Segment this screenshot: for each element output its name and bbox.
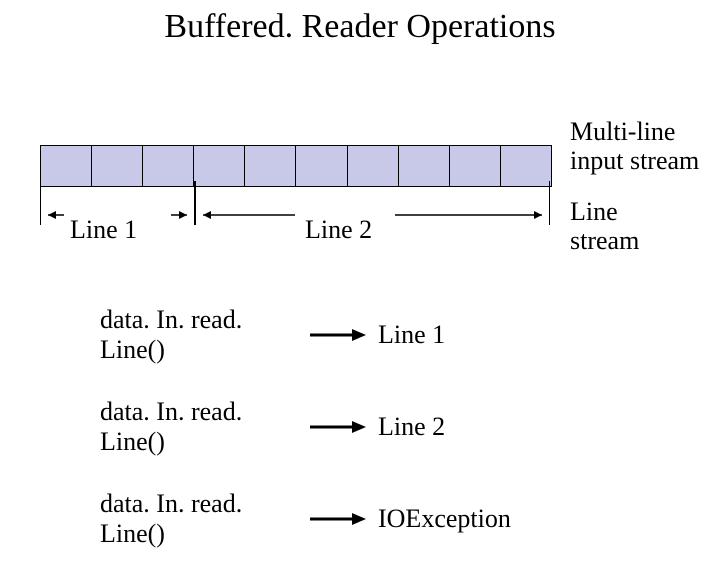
stream-cell xyxy=(296,146,347,186)
operation-result: Line 2 xyxy=(378,412,445,442)
arrow-right-icon xyxy=(310,327,370,343)
multi-line-stream-label: Multi-line input stream xyxy=(570,118,699,175)
range-1-label: Line 1 xyxy=(70,215,137,245)
operation-result: Line 1 xyxy=(378,320,445,350)
page-title: Buffered. Reader Operations xyxy=(0,8,720,46)
stream-label-l2: input stream xyxy=(570,146,699,175)
line-stream-l1: Line xyxy=(570,197,618,226)
stream-cell xyxy=(399,146,450,186)
stream-cell xyxy=(143,146,194,186)
operation-row: data. In. read. Line() Line 2 xyxy=(100,397,511,457)
line-stream-label: Line stream xyxy=(570,198,639,255)
arrow-right-icon xyxy=(310,419,370,435)
line-stream-l2: stream xyxy=(570,226,639,255)
stream-cell xyxy=(245,146,296,186)
stream-cell xyxy=(92,146,143,186)
range-line-1: Line 1 xyxy=(40,205,195,235)
stream-cell xyxy=(348,146,399,186)
stream-cell xyxy=(501,146,551,186)
stream-cell xyxy=(194,146,245,186)
operation-call: data. In. read. Line() xyxy=(100,305,310,365)
operation-call: data. In. read. Line() xyxy=(100,489,310,549)
stream-cell xyxy=(450,146,501,186)
range-bracket xyxy=(195,205,550,235)
stream-cell xyxy=(41,146,92,186)
range-2-label: Line 2 xyxy=(305,215,372,245)
arrow-right-icon xyxy=(310,511,370,527)
operation-call: data. In. read. Line() xyxy=(100,397,310,457)
stream-label-l1: Multi-line xyxy=(570,117,675,146)
operation-result: IOException xyxy=(378,504,511,534)
operation-row: data. In. read. Line() IOException xyxy=(100,489,511,549)
input-stream-boxes xyxy=(40,145,552,187)
range-line-2: Line 2 xyxy=(195,205,550,235)
operation-row: data. In. read. Line() Line 1 xyxy=(100,305,511,365)
